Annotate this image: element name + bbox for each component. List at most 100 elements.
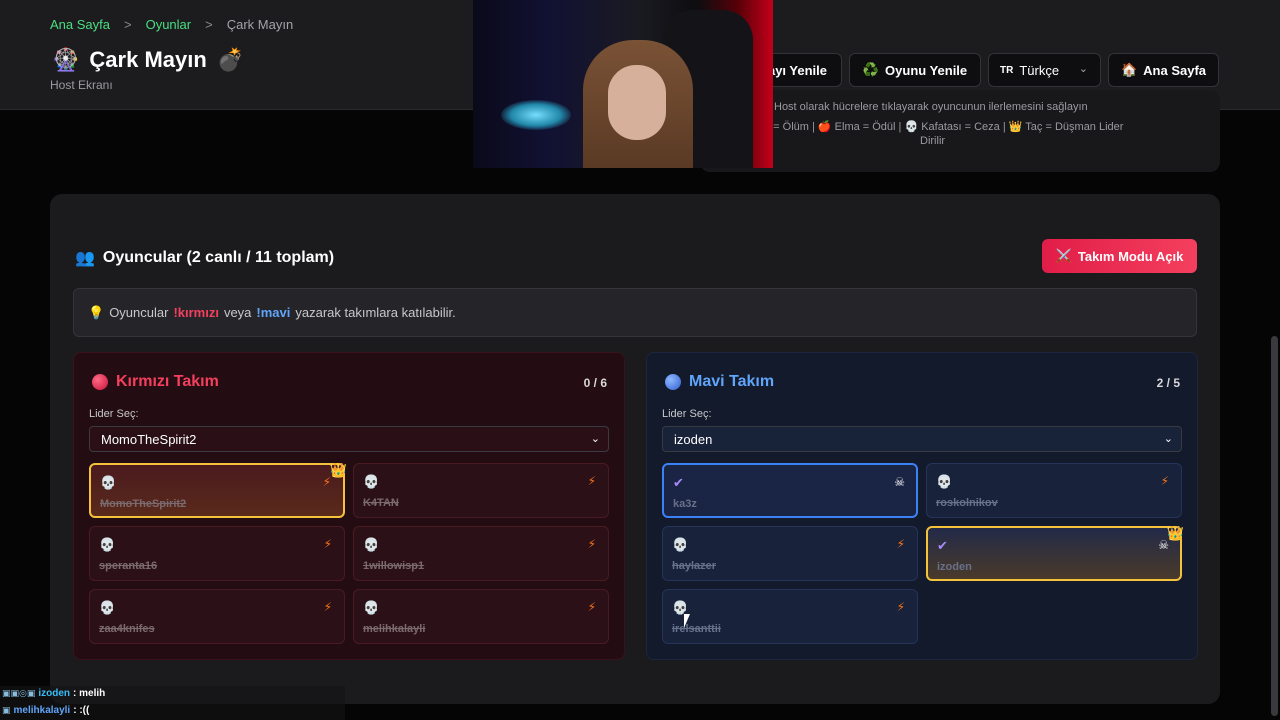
team-mode-button[interactable]: ⚔️ Takım Modu Açık: [1042, 239, 1197, 273]
red-circle-icon: [92, 374, 108, 390]
page-subtitle: Host Ekranı: [50, 78, 113, 92]
player-card[interactable]: 💀 irelsanttii ⚡: [662, 589, 918, 644]
lightning-icon[interactable]: ⚡: [588, 537, 596, 551]
player-card[interactable]: 💀 K4TAN ⚡: [353, 463, 609, 518]
players-heading: 👥 Oyuncular (2 canlı / 11 toplam): [75, 248, 334, 268]
chat-username: izoden: [38, 688, 71, 699]
red-leader-label: Lider Seç:: [89, 408, 139, 420]
crossbones-icon[interactable]: ☠: [894, 475, 905, 489]
chevron-down-icon: ⌄: [1163, 433, 1173, 445]
info-line: n = Ölüm | 🍎 Elma = Ödül | 💀 Kafatası = …: [764, 121, 1124, 133]
blue-leader-select[interactable]: izoden ⌄: [662, 426, 1182, 452]
blue-team-title-text: Mavi Takım: [689, 373, 775, 390]
player-name: ka3z: [673, 498, 697, 510]
player-card[interactable]: 💀 MomoTheSpirit2 ⚡ 👑: [89, 462, 347, 518]
player-card[interactable]: 💀 roskolnikov ⚡: [926, 463, 1182, 518]
skull-icon: 💀: [363, 600, 380, 615]
language-code: TR: [1000, 64, 1014, 76]
team-mode-label: Takım Modu Açık: [1077, 248, 1184, 264]
player-name: izoden: [937, 561, 972, 573]
users-icon: 👥: [75, 250, 95, 267]
red-team-panel: Kırmızı Takım 0 / 6 Lider Seç: MomoTheSp…: [73, 352, 625, 660]
lightning-icon[interactable]: ⚡: [1161, 474, 1169, 488]
red-team-count: 0 / 6: [583, 376, 607, 390]
info-line: Host olarak hücrelere tıklayarak oyuncun…: [774, 101, 1088, 113]
chevron-down-icon: ⌄: [1078, 63, 1088, 75]
page-scrollbar[interactable]: [1271, 336, 1278, 716]
badge-icons: ▣▣◎▣: [2, 688, 36, 698]
lightbulb-icon: 💡: [88, 304, 105, 320]
chat-message: ▣▣◎▣ izoden : melih: [2, 688, 105, 699]
crown-icon: 👑: [1166, 525, 1184, 541]
skull-icon: 💀: [936, 474, 953, 489]
house-icon: 🏠: [1120, 62, 1138, 77]
breadcrumb-separator: >: [205, 17, 213, 32]
crown-icon: 👑: [329, 462, 347, 478]
page-title: 🎡 Çark Mayın 💣: [52, 47, 244, 73]
player-name: zaa4knifes: [99, 623, 155, 635]
player-name: melihkalayli: [363, 623, 426, 635]
chat-username: melihkalayli: [13, 705, 71, 716]
refresh-button-label: ayı Yenile: [767, 62, 827, 78]
webcam-overlay: [473, 0, 773, 168]
skull-icon: 💀: [100, 475, 117, 490]
chat-overlay: ▣▣◎▣ izoden : melih ▣ melihkalayli : :((: [0, 686, 345, 720]
player-name: 1willowisp1: [363, 560, 425, 572]
restart-game-button[interactable]: ♻️ Oyunu Yenile: [849, 53, 981, 87]
language-select[interactable]: TR Türkçe ⌄: [988, 53, 1101, 87]
player-card[interactable]: 💀 speranta16 ⚡: [89, 526, 345, 581]
player-card[interactable]: ✔ ka3z ☠: [662, 463, 918, 518]
player-card[interactable]: 💀 1willowisp1 ⚡: [353, 526, 609, 581]
lightning-icon[interactable]: ⚡: [897, 537, 905, 551]
chevron-down-icon: ⌄: [590, 433, 600, 445]
chat-text: : :((: [73, 705, 90, 716]
blue-team-panel: Mavi Takım 2 / 5 Lider Seç: izoden ⌄ ✔ k…: [646, 352, 1198, 660]
mouse-cursor: [684, 614, 694, 628]
skull-icon: 💀: [363, 474, 380, 489]
red-team-title: Kırmızı Takım: [92, 373, 219, 391]
lightning-icon[interactable]: ⚡: [588, 600, 596, 614]
blue-leader-label: Lider Seç:: [662, 408, 712, 420]
red-leader-select[interactable]: MomoTheSpirit2 ⌄: [89, 426, 609, 452]
chat-message: ▣ melihkalayli : :((: [2, 705, 89, 716]
lightning-icon[interactable]: ⚡: [897, 600, 905, 614]
player-card[interactable]: ✔ izoden ☠ 👑: [926, 525, 1184, 581]
lightning-icon[interactable]: ⚡: [588, 474, 596, 488]
breadcrumb-home-link[interactable]: Ana Sayfa: [50, 17, 110, 32]
players-heading-text: Oyuncular (2 canlı / 11 toplam): [102, 249, 335, 266]
lightning-icon[interactable]: ⚡: [324, 600, 332, 614]
lightning-icon[interactable]: ⚡: [324, 537, 332, 551]
light-glow: [501, 100, 571, 130]
player-name: haylazer: [672, 560, 717, 572]
join-hint: 💡 Oyuncular !kırmızı veya !mavi yazarak …: [73, 288, 1197, 337]
bomb-icon: 💣: [216, 47, 245, 72]
home-button-label: Ana Sayfa: [1143, 62, 1207, 78]
red-team-title-text: Kırmızı Takım: [116, 373, 219, 390]
check-icon: ✔: [937, 538, 948, 553]
blue-team-count: 2 / 5: [1156, 376, 1180, 390]
player-name: irelsanttii: [672, 623, 721, 635]
breadcrumb-current: Çark Mayın: [226, 17, 294, 32]
breadcrumb-games-link[interactable]: Oyunlar: [146, 17, 192, 32]
player-card[interactable]: 💀 melihkalayli ⚡: [353, 589, 609, 644]
skull-icon: 💀: [672, 537, 689, 552]
swords-icon: ⚔️: [1055, 248, 1072, 263]
player-name: speranta16: [99, 560, 158, 572]
player-card[interactable]: 💀 haylazer ⚡: [662, 526, 918, 581]
breadcrumb-separator: >: [124, 17, 132, 32]
restart-game-label: Oyunu Yenile: [885, 62, 968, 78]
skull-icon: 💀: [99, 600, 116, 615]
hint-text: veya: [223, 305, 252, 320]
player-card[interactable]: 💀 zaa4knifes ⚡: [89, 589, 345, 644]
player-name: roskolnikov: [936, 497, 998, 509]
check-icon: ✔: [673, 475, 684, 490]
info-card: Host olarak hücrelere tıklayarak oyuncun…: [700, 90, 1220, 172]
player-name: K4TAN: [363, 497, 399, 509]
hint-blue-command: !mavi: [256, 305, 291, 320]
wheel-icon: 🎡: [52, 47, 80, 72]
blue-circle-icon: [665, 374, 681, 390]
player-name: MomoTheSpirit2: [100, 498, 187, 510]
home-button[interactable]: 🏠 Ana Sayfa: [1108, 53, 1219, 87]
language-label: Türkçe: [1019, 62, 1060, 78]
skull-icon: 💀: [363, 537, 380, 552]
